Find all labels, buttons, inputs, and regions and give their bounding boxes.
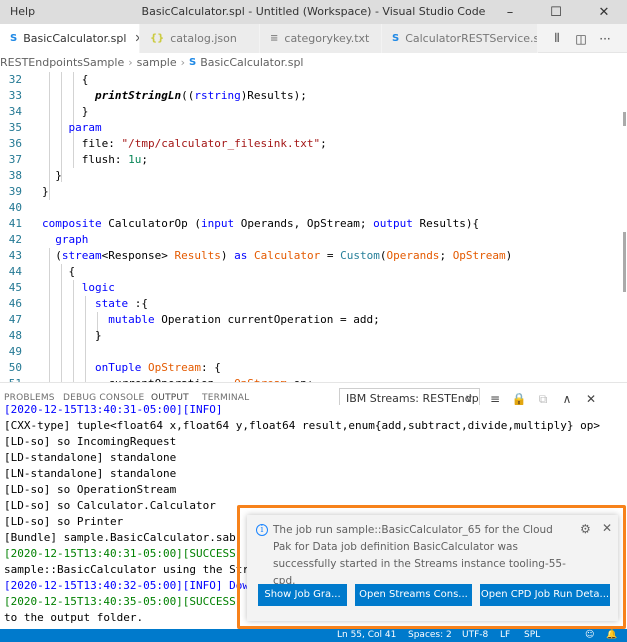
close-icon[interactable]: ✕ bbox=[579, 392, 603, 406]
tab-categorykey-txt[interactable]: ≡ categorykey.txt bbox=[260, 24, 382, 53]
lock-icon[interactable]: 🔒 bbox=[507, 392, 531, 406]
code-line: 38 } bbox=[8, 169, 62, 182]
tab-debug-console[interactable]: DEBUG CONSOLE bbox=[63, 393, 144, 403]
code-line: 44 { bbox=[8, 265, 76, 278]
code-line: 40 bbox=[8, 201, 22, 214]
chevron-right-icon: › bbox=[128, 56, 133, 69]
maximize-button[interactable]: ☐ bbox=[533, 0, 579, 24]
tab-basiccalculator[interactable]: S BasicCalculator.spl ✕ bbox=[0, 24, 140, 53]
tab-problems[interactable]: PROBLEMS bbox=[4, 393, 55, 403]
code-editor[interactable]: 32 { 33 printStringLn((rstring)Results);… bbox=[0, 72, 627, 382]
editor-actions: ⫴ ◫ ··· bbox=[545, 24, 617, 53]
breadcrumb-item[interactable]: RESTEndpointsSample bbox=[0, 56, 124, 69]
code-line: 46 state :{ bbox=[8, 297, 148, 310]
chevron-right-icon: › bbox=[180, 56, 186, 69]
minimize-button[interactable]: – bbox=[487, 0, 533, 24]
status-bar: Ln 55, Col 41 Spaces: 2 UTF-8 LF SPL ☺ 🔔 bbox=[0, 629, 627, 642]
output-line: sample::BasicCalculator using the Stre bbox=[4, 563, 256, 576]
code-line: 35 param bbox=[8, 121, 102, 134]
title-bar: Help BasicCalculator.spl - Untitled (Wor… bbox=[0, 0, 627, 24]
output-line: [Bundle] sample.BasicCalculator.sab bbox=[4, 531, 236, 544]
tab-catalog-json[interactable]: {} catalog.json bbox=[140, 24, 260, 53]
output-line: [2020-12-15T13:40:35-05:00][SUCCESS] D bbox=[4, 595, 256, 608]
output-line: [2020-12-15T13:40:31-05:00][INFO] bbox=[4, 405, 223, 416]
code-line: 49 bbox=[8, 345, 22, 358]
output-line: [LD-so] so Calculator.Calculator bbox=[4, 499, 216, 512]
tab-calculatorrestservice[interactable]: S CalculatorRESTService.spl bbox=[382, 24, 538, 53]
encoding[interactable]: UTF-8 bbox=[462, 630, 488, 640]
editor-tabs: S BasicCalculator.spl ✕ {} catalog.json … bbox=[0, 24, 627, 53]
code-line: 48 } bbox=[8, 329, 102, 342]
tab-label: catalog.json bbox=[170, 32, 237, 45]
code-line: 37 flush: 1u; bbox=[8, 153, 148, 166]
spl-file-icon: S bbox=[392, 33, 400, 44]
line-ending[interactable]: LF bbox=[500, 630, 510, 640]
chevron-down-icon: ∨ bbox=[464, 392, 473, 405]
output-line: [CXX-type] tuple<float64 x,float64 y,flo… bbox=[4, 419, 601, 432]
output-line: [LD-standalone] standalone bbox=[4, 451, 177, 464]
filter-icon[interactable]: ≡ bbox=[483, 392, 507, 406]
tab-label: CalculatorRESTService.spl bbox=[405, 32, 538, 45]
code-line: 45 logic bbox=[8, 281, 115, 294]
close-window-button[interactable]: ✕ bbox=[581, 0, 627, 24]
breadcrumb: RESTEndpointsSample › sample › S BasicCa… bbox=[0, 53, 627, 72]
code-line: 34 } bbox=[8, 105, 89, 118]
code-line: 33 printStringLn((rstring)Results); bbox=[8, 89, 307, 102]
output-line: [2020-12-15T13:40:32-05:00][INFO] Down bbox=[4, 579, 256, 592]
code-line: 50 onTuple OpStream: { bbox=[8, 361, 221, 374]
editor-scrollbar[interactable] bbox=[617, 72, 627, 382]
spl-file-icon: S bbox=[10, 33, 18, 44]
output-channel-value: IBM Streams: RESTEndp bbox=[346, 392, 479, 405]
language-mode[interactable]: SPL bbox=[524, 630, 540, 640]
output-line: [LN-standalone] standalone bbox=[4, 467, 177, 480]
output-line: [LD-so] so OperationStream bbox=[4, 483, 177, 496]
highlight-frame bbox=[237, 505, 626, 629]
tab-label: BasicCalculator.spl bbox=[23, 32, 127, 45]
split-editor-icon[interactable]: ⫴ bbox=[545, 31, 569, 46]
json-file-icon: {} bbox=[150, 33, 165, 44]
output-line: [LD-so] so IncomingRequest bbox=[4, 435, 177, 448]
code-line: 47 mutable Operation currentOperation = … bbox=[8, 313, 380, 326]
code-line: 39} bbox=[8, 185, 49, 198]
breadcrumb-item[interactable]: sample bbox=[137, 56, 177, 69]
output-line: [2020-12-15T13:40:31-05:00][SUCCESS] S bbox=[4, 547, 256, 560]
chevron-up-icon[interactable]: ∧ bbox=[555, 392, 579, 406]
output-line: to the output folder. bbox=[4, 611, 144, 624]
cursor-position[interactable]: Ln 55, Col 41 bbox=[337, 630, 396, 640]
spl-file-icon: S bbox=[189, 57, 197, 68]
tab-label: categorykey.txt bbox=[284, 32, 370, 45]
breadcrumb-item[interactable]: BasicCalculator.spl bbox=[200, 56, 303, 69]
code-line: 32 { bbox=[8, 73, 89, 86]
code-line: 36 file: "/tmp/calculator_filesink.txt"; bbox=[8, 137, 327, 150]
feedback-icon[interactable]: ☺ bbox=[585, 630, 594, 640]
tab-terminal[interactable]: TERMINAL bbox=[202, 393, 249, 403]
code-line: 43 (stream<Response> Results) as Calcula… bbox=[8, 249, 513, 262]
layout-icon[interactable]: ◫ bbox=[569, 32, 593, 46]
text-file-icon: ≡ bbox=[270, 33, 279, 44]
more-actions-icon[interactable]: ··· bbox=[593, 32, 617, 46]
output-line: [LD-so] so Printer bbox=[4, 515, 124, 528]
code-line: 42 graph bbox=[8, 233, 89, 246]
indentation[interactable]: Spaces: 2 bbox=[408, 630, 452, 640]
code-line: 41 composite CalculatorOp (input Operands… bbox=[8, 217, 480, 230]
bell-icon[interactable]: 🔔 bbox=[606, 630, 617, 640]
